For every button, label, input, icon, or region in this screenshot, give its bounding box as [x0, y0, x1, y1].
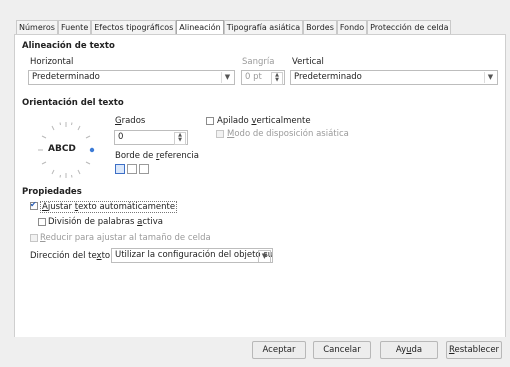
reference-top-icon[interactable]	[127, 164, 137, 174]
tab-numeros[interactable]: Números	[16, 20, 58, 34]
horizontal-label: Horizontal	[30, 57, 74, 67]
chevron-down-icon: ▼	[221, 72, 233, 83]
shrink-checkbox[interactable]	[30, 234, 38, 242]
reference-inside-icon[interactable]	[139, 164, 149, 174]
stacked-label: Apilado verticalmente	[217, 116, 311, 126]
tab-bordes[interactable]: Bordes	[303, 20, 337, 34]
chevron-down-icon: ▼	[484, 72, 496, 83]
text-direction-label: Dirección del texto	[30, 251, 111, 261]
vertical-label: Vertical	[292, 57, 324, 67]
degrees-label: Grados	[115, 116, 146, 126]
dial-text: ABCD	[48, 144, 76, 154]
reference-bottom-icon[interactable]	[115, 164, 125, 174]
tab-fuente[interactable]: Fuente	[57, 20, 92, 34]
spin-arrows-icon: ▲ ▼	[271, 72, 283, 85]
stacked-checkbox[interactable]	[206, 117, 214, 125]
asian-mode-checkbox[interactable]	[216, 130, 224, 138]
text-direction-select[interactable]: Utilizar la configuración del objeto sup…	[111, 248, 273, 263]
reference-edge-label: Borde de referencia	[115, 151, 199, 161]
ok-button[interactable]: Aceptar	[252, 341, 306, 359]
indent-spinner[interactable]: 0 pt ▲ ▼	[241, 70, 285, 85]
shrink-label: Reducir para ajustar al tamaño de celda	[40, 233, 211, 243]
tab-fondo[interactable]: Fondo	[336, 20, 368, 34]
hyphenation-label: División de palabras activa	[48, 217, 163, 227]
text-direction-value: Utilizar la configuración del objeto sup…	[115, 250, 273, 260]
indent-value: 0 pt	[245, 72, 262, 82]
degrees-value: 0	[118, 132, 124, 142]
spin-arrows-icon: ▲ ▼	[174, 132, 186, 145]
dial-handle	[89, 147, 95, 153]
tab-bar: Números Fuente Efectos tipográficos Alin…	[16, 20, 452, 35]
wrap-text-label: Ajustar texto automáticamente	[40, 201, 178, 213]
vertical-select[interactable]: Predeterminado ▼	[290, 70, 498, 85]
horizontal-select-value: Predeterminado	[32, 72, 100, 82]
properties-heading: Propiedades	[22, 187, 82, 197]
asian-mode-label: Modo de disposición asiática	[227, 129, 349, 139]
hyphenation-checkbox[interactable]	[38, 218, 46, 226]
vertical-select-value: Predeterminado	[294, 72, 362, 82]
tab-efectos-tipograficos[interactable]: Efectos tipográficos	[91, 20, 177, 34]
text-orientation-heading: Orientación del texto	[22, 98, 124, 108]
cancel-button[interactable]: Cancelar	[313, 341, 371, 359]
horizontal-select[interactable]: Predeterminado ▼	[28, 70, 235, 85]
help-button[interactable]: Ayuda	[380, 341, 438, 359]
reset-button[interactable]: Restablecer	[446, 341, 502, 359]
chevron-down-icon: ▼	[258, 250, 271, 262]
tab-tipografia-asiatica[interactable]: Tipografía asiática	[223, 20, 304, 34]
tab-alineacion[interactable]: Alineación	[176, 20, 224, 35]
tab-proteccion-celda[interactable]: Protección de celda	[367, 20, 452, 34]
text-alignment-heading: Alineación de texto	[22, 41, 115, 51]
wrap-text-checkbox[interactable]	[30, 200, 38, 210]
indent-label: Sangría	[242, 57, 275, 67]
degrees-spinner[interactable]: 0 ▲ ▼	[114, 130, 188, 145]
